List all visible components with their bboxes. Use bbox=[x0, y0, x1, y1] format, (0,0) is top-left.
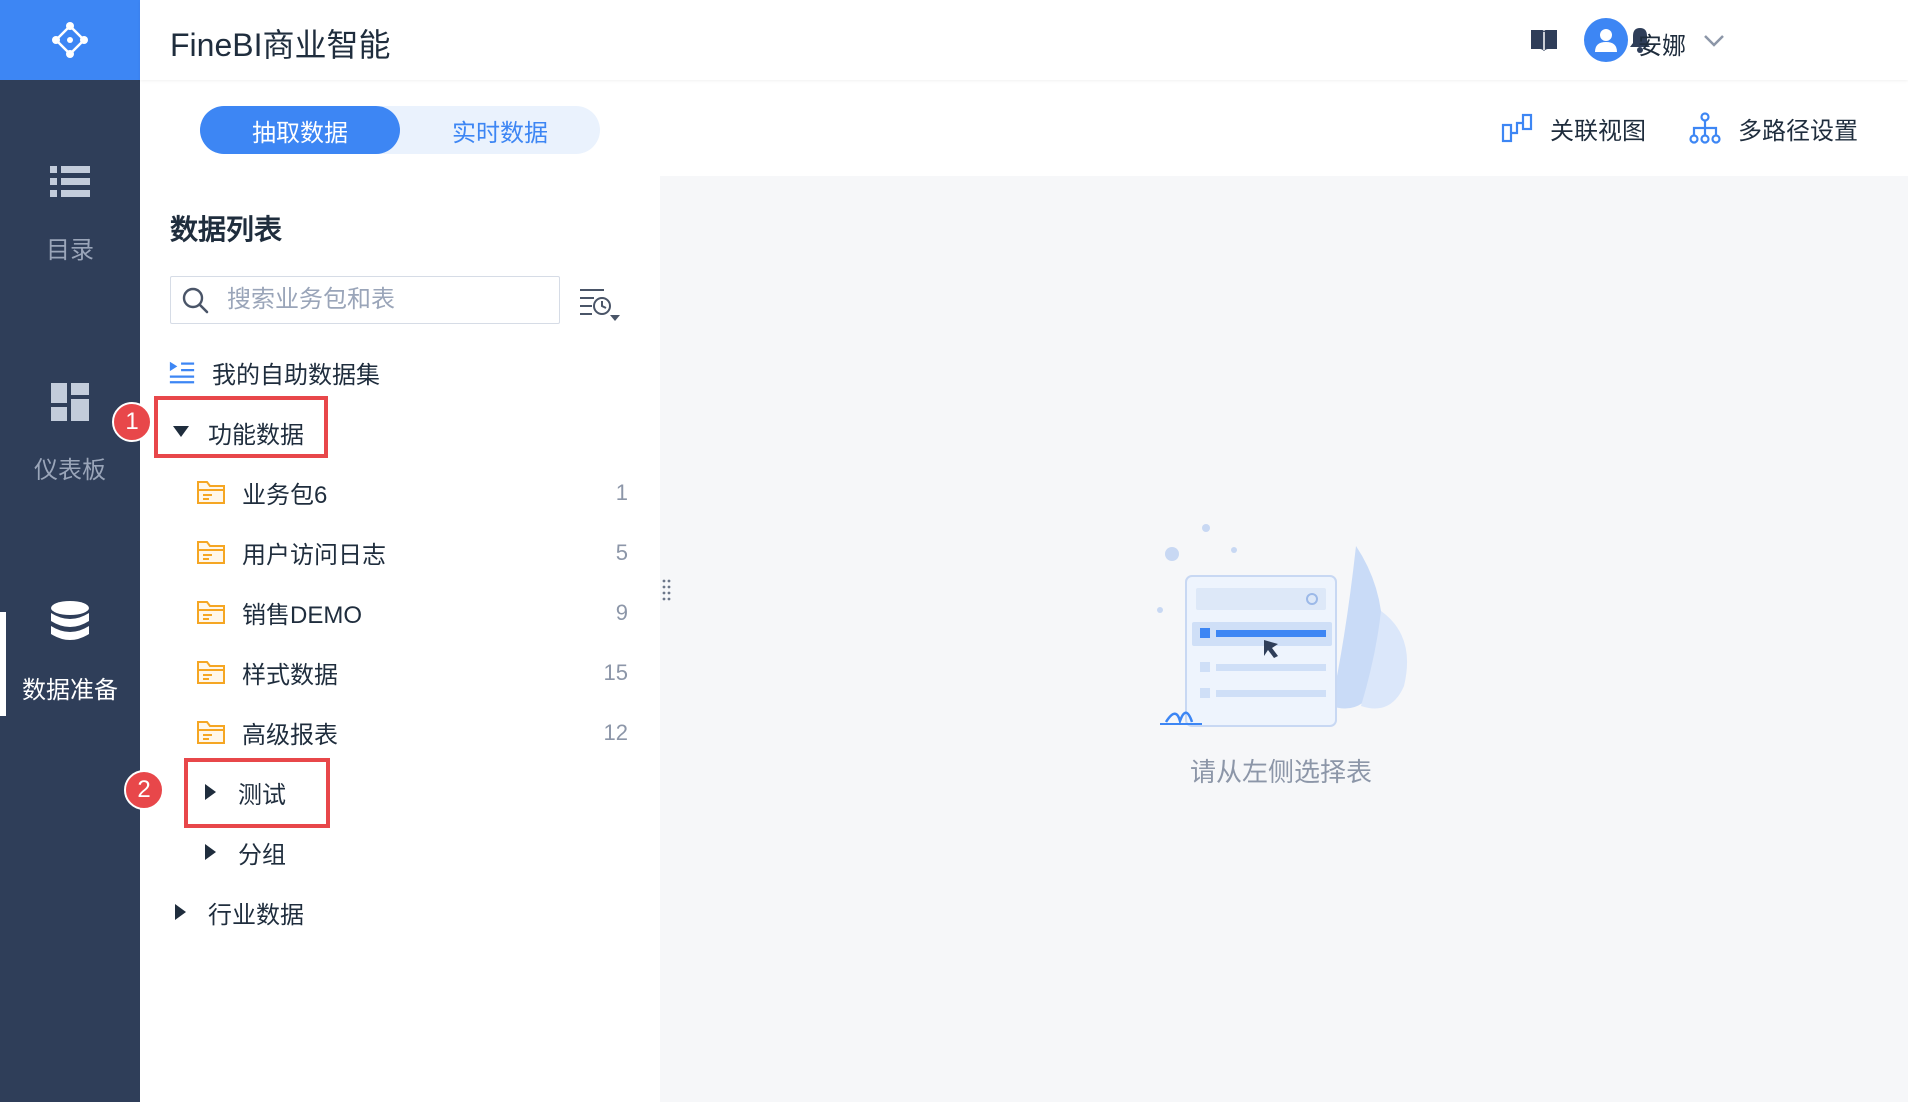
relation-view-icon bbox=[1500, 111, 1534, 145]
package-item[interactable]: 用户访问日志 bbox=[196, 532, 386, 572]
package-name: 样式数据 bbox=[242, 661, 338, 689]
package-count: 5 bbox=[615, 540, 628, 565]
help-book-icon[interactable] bbox=[1528, 24, 1560, 56]
package-item[interactable]: 高级报表 bbox=[196, 712, 338, 752]
resize-handle-icon[interactable] bbox=[662, 578, 672, 604]
app-logo[interactable] bbox=[0, 0, 140, 80]
empty-state-illustration bbox=[1157, 524, 1408, 727]
database-icon bbox=[48, 600, 92, 644]
package-count: 9 bbox=[615, 600, 628, 625]
user-icon bbox=[1595, 29, 1617, 52]
my-dataset-item[interactable]: 我的自助数据集 bbox=[168, 352, 380, 392]
nav-item-data-prep[interactable]: 数据准备 bbox=[0, 560, 140, 720]
package-name: 用户访问日志 bbox=[242, 541, 386, 569]
tree-label: 分组 bbox=[238, 841, 286, 869]
multipath-settings-button[interactable]: 多路径设置 bbox=[1688, 110, 1858, 146]
annotation-highlight-1 bbox=[154, 396, 328, 458]
folder-icon bbox=[197, 481, 225, 504]
search-box bbox=[170, 276, 560, 324]
self-dataset-icon bbox=[169, 361, 195, 384]
panel-title: 数据列表 bbox=[170, 214, 283, 245]
annotation-badge-2: 2 bbox=[124, 770, 164, 810]
tab-realtime-data[interactable]: 实时数据 bbox=[400, 106, 600, 154]
package-item[interactable]: 销售DEMO bbox=[196, 592, 362, 632]
package-item[interactable]: 样式数据 bbox=[196, 652, 338, 692]
avatar[interactable] bbox=[1584, 18, 1628, 62]
empty-state-text: 请从左侧选择表 bbox=[1189, 757, 1372, 787]
relation-view-label: 关联视图 bbox=[1550, 117, 1646, 145]
package-name: 业务包6 bbox=[242, 481, 328, 509]
app-title: FineBI商业智能 bbox=[170, 27, 391, 63]
filter-history-icon[interactable] bbox=[578, 284, 622, 324]
caret-right-icon bbox=[170, 901, 192, 923]
folder-icon bbox=[197, 541, 225, 564]
folder-icon bbox=[197, 661, 225, 684]
search-icon bbox=[182, 287, 209, 314]
package-count: 15 bbox=[603, 660, 628, 685]
folder-icon bbox=[197, 721, 225, 744]
nav-label: 目录 bbox=[46, 237, 94, 264]
chevron-down-icon[interactable] bbox=[1700, 26, 1728, 54]
caret-right-icon bbox=[200, 841, 222, 863]
user-name[interactable]: 安娜 bbox=[1638, 26, 1686, 61]
tree-group-industry-data[interactable]: 行业数据 bbox=[170, 892, 304, 932]
tree-subgroup-group[interactable]: 分组 bbox=[200, 832, 286, 872]
nav-item-catalog[interactable]: 目录 bbox=[0, 120, 140, 280]
logo-icon bbox=[52, 22, 88, 58]
package-count: 1 bbox=[615, 480, 628, 505]
nav-label: 仪表板 bbox=[34, 457, 106, 484]
tab-extract-data[interactable]: 抽取数据 bbox=[200, 106, 400, 154]
data-mode-toggle: 抽取数据 实时数据 bbox=[200, 106, 600, 154]
package-name: 销售DEMO bbox=[242, 601, 362, 629]
multipath-settings-label: 多路径设置 bbox=[1738, 117, 1858, 145]
left-nav: 目录 仪表板 数据准备 bbox=[0, 0, 140, 1102]
dashboard-icon bbox=[48, 380, 92, 424]
nav-label: 数据准备 bbox=[22, 677, 118, 704]
annotation-badge-1: 1 bbox=[112, 402, 152, 442]
relation-view-button[interactable]: 关联视图 bbox=[1500, 110, 1646, 146]
search-input[interactable] bbox=[225, 277, 549, 323]
package-name: 高级报表 bbox=[242, 721, 338, 749]
folder-icon bbox=[197, 601, 225, 624]
my-dataset-label: 我的自助数据集 bbox=[212, 361, 380, 389]
list-icon bbox=[48, 160, 92, 204]
package-item[interactable]: 业务包6 bbox=[196, 472, 327, 512]
tree-label: 行业数据 bbox=[208, 901, 304, 929]
hierarchy-icon bbox=[1688, 111, 1722, 145]
package-count: 12 bbox=[603, 720, 628, 745]
annotation-highlight-2 bbox=[184, 758, 330, 828]
